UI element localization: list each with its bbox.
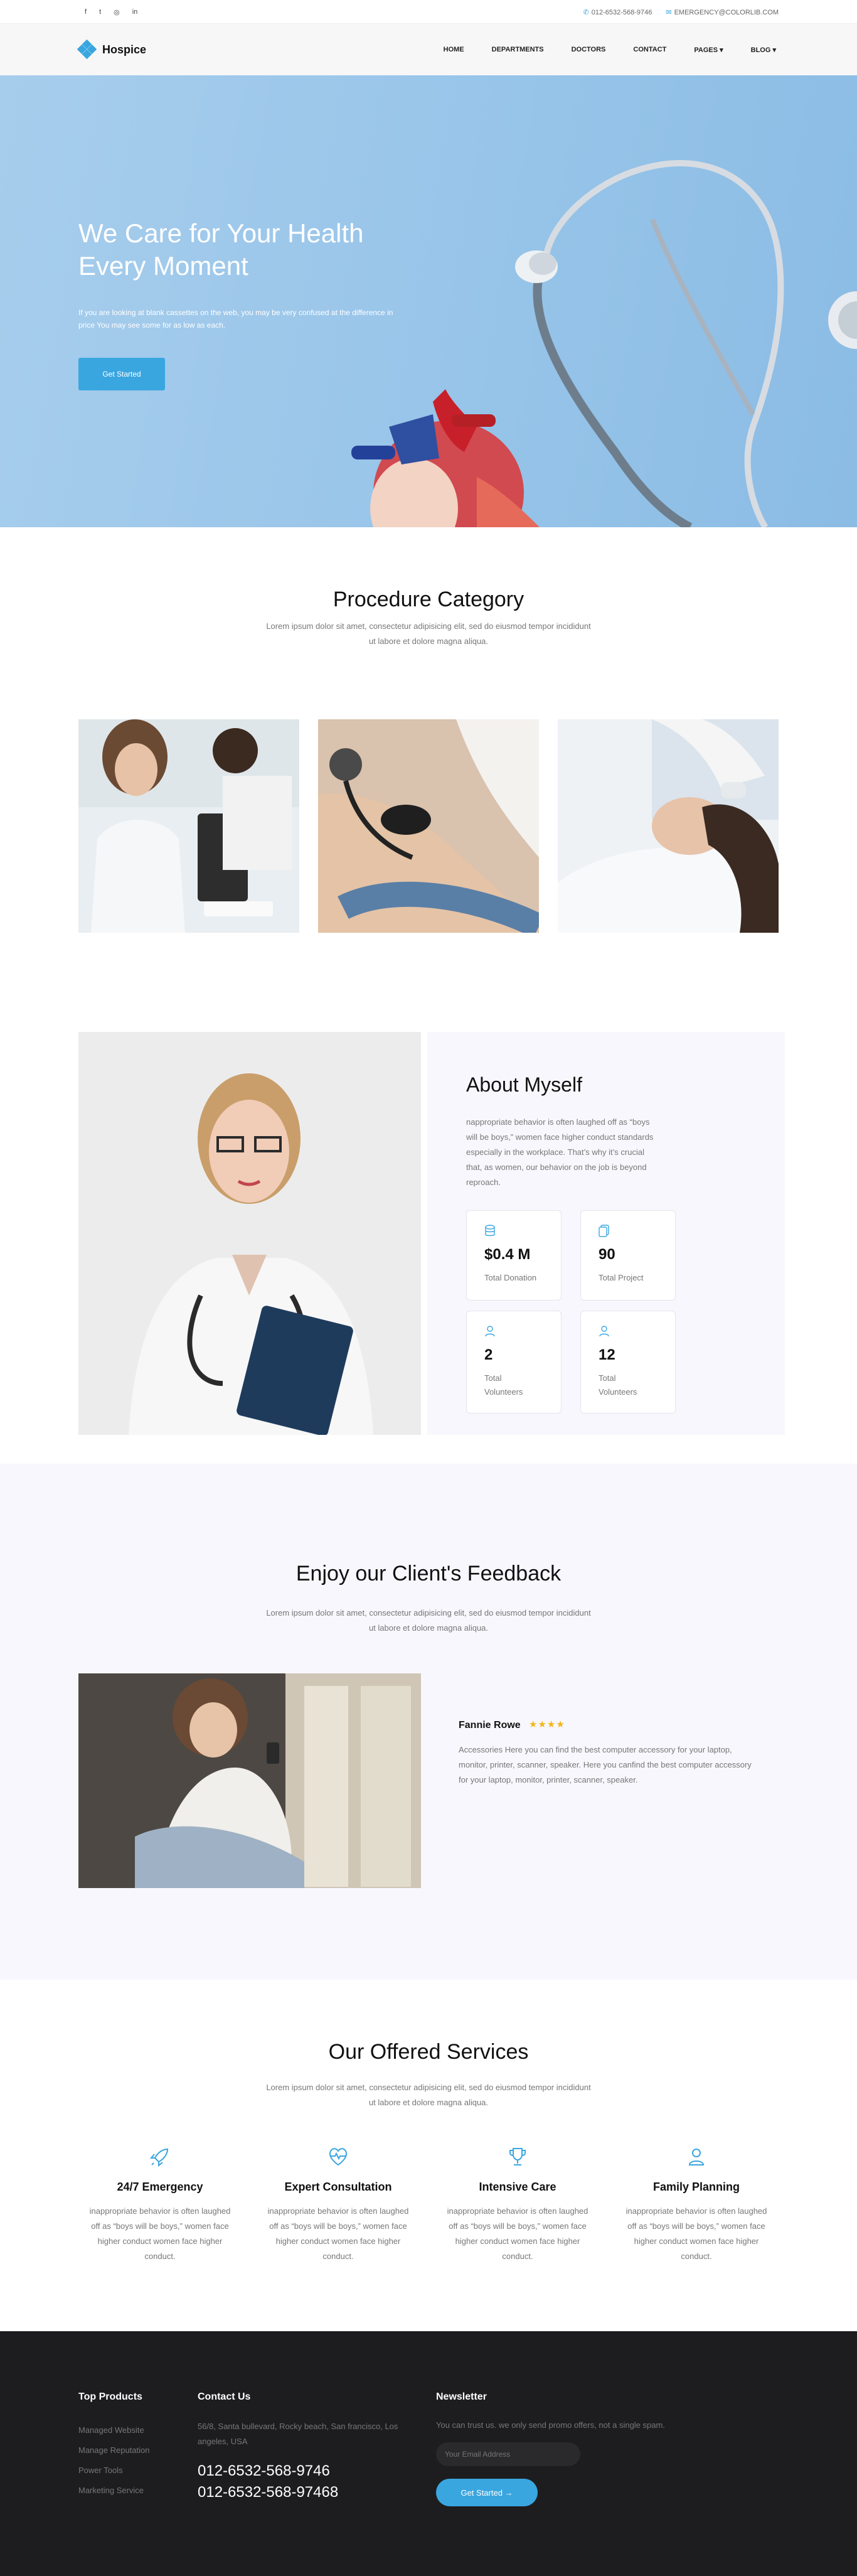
stat-card-volunteers-2: 12 Total Volunteers xyxy=(580,1311,676,1414)
services-section: Our Offered Services Lorem ipsum dolor s… xyxy=(0,1980,857,2331)
nav-menu: HOME DEPARTMENTS DOCTORS CONTACT PAGES ▾… xyxy=(444,46,779,54)
hero-title: We Care for Your Health Every Moment xyxy=(78,218,364,281)
heartbeat-icon xyxy=(263,2145,413,2171)
services-subtitle: Lorem ipsum dolor sit amet, consectetur … xyxy=(266,2083,591,2107)
linkedin-icon[interactable]: in xyxy=(132,8,138,16)
doctor-photo xyxy=(78,1032,421,1435)
nav-home[interactable]: HOME xyxy=(444,46,464,54)
social-links: f t ◎ in xyxy=(78,8,137,16)
rating-stars: ★★★★ xyxy=(529,1719,565,1730)
facebook-icon[interactable]: f xyxy=(85,8,87,16)
mail-icon: ✉ xyxy=(666,8,672,16)
hero-banner: We Care for Your Health Every Moment If … xyxy=(0,75,857,527)
about-title: About Myself xyxy=(466,1073,582,1096)
twitter-icon[interactable]: t xyxy=(99,8,101,16)
procedure-gallery xyxy=(78,719,779,933)
service-title: Family Planning xyxy=(652,2181,740,2193)
client-review: Accessories Here you can find the best c… xyxy=(459,1745,752,1784)
footer-contact: Contact Us 56/8, Santa bullevard, Rocky … xyxy=(198,2391,417,2503)
service-card-intensive-care: Intensive Care inappropriate behavior is… xyxy=(442,2145,593,2264)
user-icon xyxy=(484,1325,498,1339)
logo[interactable]: Hospice xyxy=(77,39,147,60)
stat-value: $0.4 M xyxy=(484,1246,531,1263)
nav-pages[interactable]: PAGES ▾ xyxy=(694,46,723,54)
footer-link[interactable]: Marketing Service xyxy=(78,2481,149,2501)
footer-address: 56/8, Santa bullevard, Rocky beach, San … xyxy=(198,2422,398,2446)
footer-link[interactable]: Managed Website xyxy=(78,2420,149,2440)
top-bar: f t ◎ in ✆ 012-6532-568-9746 ✉ EMERGENCY@C… xyxy=(0,0,857,24)
top-contact: ✆ 012-6532-568-9746 ✉ EMERGENCY@COLORLIB.C… xyxy=(583,8,779,16)
database-icon xyxy=(484,1225,498,1238)
client-photo xyxy=(78,1673,421,1888)
logo-icon xyxy=(77,39,97,60)
footer-contact-title: Contact Us xyxy=(198,2391,251,2402)
nav-doctors[interactable]: DOCTORS xyxy=(572,46,606,54)
hero-text: If you are looking at blank cassettes on… xyxy=(78,308,393,330)
service-text: inappropriate behavior is often laughed … xyxy=(447,2206,588,2261)
about-panel: About Myself nappropriate behavior is of… xyxy=(427,1032,785,1435)
get-started-button[interactable]: Get Started xyxy=(78,358,165,390)
client-name: Fannie Rowe xyxy=(459,1720,521,1731)
footer-products: Top Products Managed Website Manage Repu… xyxy=(78,2391,149,2501)
trophy-icon xyxy=(442,2145,593,2171)
procedure-image-dental[interactable] xyxy=(558,719,779,933)
stat-label: Total Volunteers xyxy=(599,1373,637,1397)
rocket-icon xyxy=(85,2145,235,2171)
stat-value: 90 xyxy=(599,1246,615,1263)
nav-contact[interactable]: CONTACT xyxy=(633,46,666,54)
stat-label: Total Volunteers xyxy=(484,1373,523,1397)
top-phone[interactable]: 012-6532-568-9746 xyxy=(592,9,652,16)
stat-label: Total Project xyxy=(599,1273,644,1282)
user-icon xyxy=(621,2145,772,2171)
newsletter-submit-button[interactable]: Get Started → xyxy=(436,2479,538,2506)
stat-value: 2 xyxy=(484,1346,493,1363)
instagram-icon[interactable]: ◎ xyxy=(114,8,120,16)
about-text: nappropriate behavior is often laughed o… xyxy=(466,1117,654,1187)
service-text: inappropriate behavior is often laughed … xyxy=(625,2206,767,2261)
service-title: Expert Consultation xyxy=(284,2181,392,2193)
service-card-consultation: Expert Consultation inappropriate behavi… xyxy=(263,2145,413,2264)
user-icon xyxy=(599,1325,612,1339)
document-icon xyxy=(599,1225,612,1238)
footer-link[interactable]: Manage Reputation xyxy=(78,2440,149,2461)
service-title: Intensive Care xyxy=(479,2181,556,2193)
footer-products-title: Top Products xyxy=(78,2391,142,2402)
procedure-image-lab[interactable] xyxy=(78,719,299,933)
newsletter-text: You can trust us. we only send promo off… xyxy=(436,2420,665,2430)
footer: Top Products Managed Website Manage Repu… xyxy=(0,2331,857,2576)
stat-value: 12 xyxy=(599,1346,615,1363)
footer-newsletter: Newsletter You can trust us. we only sen… xyxy=(436,2391,665,2506)
stat-label: Total Donation xyxy=(484,1273,537,1282)
stat-card-donation: $0.4 M Total Donation xyxy=(466,1210,562,1301)
feedback-section: Enjoy our Client's Feedback Lorem ipsum … xyxy=(0,1464,857,1980)
stat-card-projects: 90 Total Project xyxy=(580,1210,676,1301)
top-email[interactable]: EMERGENCY@COLORLIB.COM xyxy=(674,9,779,16)
service-text: inappropriate behavior is often laughed … xyxy=(267,2206,409,2261)
phone-icon: ✆ xyxy=(583,8,589,16)
service-text: inappropriate behavior is often laughed … xyxy=(89,2206,231,2261)
services-title: Our Offered Services xyxy=(328,2040,529,2064)
procedure-subtitle: Lorem ipsum dolor sit amet, consectetur … xyxy=(266,621,591,646)
footer-newsletter-title: Newsletter xyxy=(436,2391,487,2402)
procedure-image-bp[interactable] xyxy=(318,719,539,933)
nav-blog[interactable]: BLOG ▾ xyxy=(751,46,776,54)
service-card-family-planning: Family Planning inappropriate behavior i… xyxy=(621,2145,772,2264)
footer-link[interactable]: Power Tools xyxy=(78,2461,149,2481)
newsletter-email-input[interactable] xyxy=(436,2442,580,2466)
service-card-emergency: 24/7 Emergency inappropriate behavior is… xyxy=(85,2145,235,2264)
feedback-subtitle: Lorem ipsum dolor sit amet, consectetur … xyxy=(266,1608,591,1633)
stat-card-volunteers: 2 Total Volunteers xyxy=(466,1311,562,1414)
footer-phone-2[interactable]: 012-6532-568-97468 xyxy=(198,2482,417,2503)
brand-name: Hospice xyxy=(102,43,147,56)
nav-departments[interactable]: DEPARTMENTS xyxy=(492,46,544,54)
main-navbar: Hospice HOME DEPARTMENTS DOCTORS CONTACT… xyxy=(0,24,857,75)
footer-phone-1[interactable]: 012-6532-568-9746 xyxy=(198,2461,417,2482)
about-section: About Myself nappropriate behavior is of… xyxy=(78,1032,785,1435)
feedback-title: Enjoy our Client's Feedback xyxy=(295,1562,562,1586)
service-title: 24/7 Emergency xyxy=(117,2181,203,2193)
procedure-title: Procedure Category xyxy=(333,588,524,611)
